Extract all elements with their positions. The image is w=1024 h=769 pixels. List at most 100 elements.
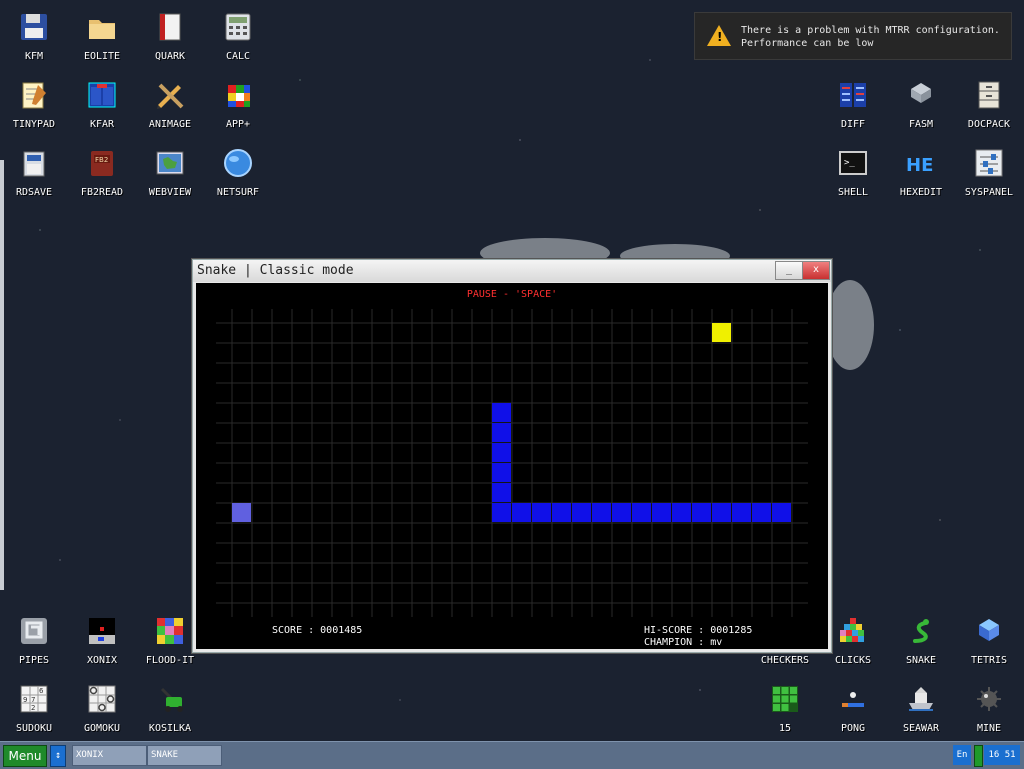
desktop-icon-label: KFM [24,51,44,62]
desktop-icon-label: MINE [976,723,1002,734]
desktop-icon-kosilka[interactable]: KOSILKA [136,675,204,741]
pencil-icon [154,79,186,111]
blocks-icon [837,615,869,647]
desktop-icon-label: 15 [778,723,792,734]
game-area[interactable]: PAUSE - 'SPACE' SCORE : 0001485 HI-SCORE… [196,283,828,649]
desktop-icon-snake[interactable]: SNAKE [887,607,955,673]
warning-symbol: ! [717,30,723,44]
desktop-icon-fb2read[interactable]: FB2 FB2READ [68,139,136,205]
desktop-icon-appplus[interactable]: APP+ [204,71,272,137]
svg-text:FB2: FB2 [95,156,108,164]
desktop-icon-label: SNAKE [905,655,937,666]
desktop-icon-fasm[interactable]: FASM [887,71,955,137]
language-indicator[interactable]: En [953,745,971,765]
desktop-icon-sudoku[interactable]: 9 7 6 2 SUDOKU [0,675,68,741]
desktop-icon-calc[interactable]: CALC [204,3,272,69]
desktop-icon-label: CLICKS [834,655,872,666]
cube-icon [222,79,254,111]
svg-text:7: 7 [31,696,35,704]
switch-arrow-button[interactable]: ↕ [50,745,66,767]
snake-segment [652,503,671,522]
calculator-icon [222,11,254,43]
window-titlebar[interactable]: Snake | Classic mode _ x [193,260,831,282]
snake-segment [592,503,611,522]
battery-icon [974,745,983,767]
flood-icon [154,615,186,647]
pong-icon [837,683,869,715]
desktop-icon-tinypad[interactable]: TINYPAD [0,71,68,137]
desktop-icon-gomoku[interactable]: GOMOKU [68,675,136,741]
desktop-icon-fifteen[interactable]: 15 [751,675,819,741]
desktop-icon-shell[interactable]: >_ SHELL [819,139,887,205]
desktop-icon-tetris[interactable]: TETRIS [955,607,1023,673]
snake-segment [632,503,651,522]
desktop-icon-label: XONIX [86,655,118,666]
desktop-icon-webview[interactable]: WEBVIEW [136,139,204,205]
score-text: SCORE : 0001485 [272,625,363,636]
desktop-icon-eolite[interactable]: EOLITE [68,3,136,69]
desktop-icon-label: SHELL [837,187,869,198]
minimize-button[interactable]: _ [775,261,803,280]
desktop-icon-label: PONG [840,723,866,734]
tetris-icon [973,615,1005,647]
ship-icon [905,683,937,715]
desktop-icon-label: QUARK [154,51,186,62]
desktop-icon-label: SUDOKU [15,723,53,734]
desktop-icon-pipes[interactable]: PIPES [0,607,68,673]
diff-icon [837,79,869,111]
notepad-icon [18,79,50,111]
desktop-icon-label: ANIMAGE [148,119,192,130]
taskbar: Menu ↕ XONIX SNAKE En 16 51 [0,741,1024,769]
menu-button[interactable]: Menu [3,745,47,767]
snake-segment [712,503,731,522]
desktop-icon-label: TINYPAD [12,119,56,130]
close-button[interactable]: x [802,261,830,280]
desktop-icon-syspanel[interactable]: SYSPANEL [955,139,1023,205]
desktop-icon-animage[interactable]: ANIMAGE [136,71,204,137]
snake-segment [492,503,511,522]
desktop-icon-label: SEAWAR [902,723,940,734]
clock[interactable]: 16 51 [984,745,1020,765]
snake-segment [572,503,591,522]
task-snake[interactable]: SNAKE [147,745,222,766]
snake-segment [752,503,771,522]
desktop-icon-quark[interactable]: QUARK [136,3,204,69]
notification[interactable]: ! There is a problem with MTRR configura… [694,12,1012,60]
desktop-icon-label: GOMOKU [83,723,121,734]
notification-line1: There is a problem with MTRR configurati… [741,25,1000,36]
snake-icon [905,615,937,647]
desktop-icon-mine[interactable]: MINE [955,675,1023,741]
background-cloud [826,280,874,370]
desktop-icon-seawar[interactable]: SEAWAR [887,675,955,741]
folder-icon [86,11,118,43]
mine-icon [973,683,1005,715]
snake-segment [492,443,511,462]
task-xonix[interactable]: XONIX [72,745,147,766]
desktop-icon-label: KOSILKA [148,723,192,734]
game-board [216,309,808,617]
snake-segment [612,503,631,522]
desktop-icon-pong[interactable]: PONG [819,675,887,741]
desktop-icon-netsurf[interactable]: NETSURF [204,139,272,205]
desktop-icon-diff[interactable]: DIFF [819,71,887,137]
svg-text:2: 2 [31,704,35,712]
desktop-icon-kfar[interactable]: KFAR [68,71,136,137]
globe-map-icon [154,147,186,179]
left-panel-edge [0,160,4,590]
desktop-icon-label: FLOOD-IT [145,655,195,666]
desktop-icon-hexedit[interactable]: HE HEXEDIT [887,139,955,205]
snake-segment [492,403,511,422]
save-disk-icon [18,147,50,179]
globe-icon [222,147,254,179]
sliders-icon [973,147,1005,179]
snake-tail-marker [232,503,251,522]
desktop-icon-kfm[interactable]: KFM [0,3,68,69]
snake-segment [492,463,511,482]
desktop-icon-label: TETRIS [970,655,1008,666]
snake-segment [772,503,791,522]
desktop-icon-rdsave[interactable]: RDSAVE [0,139,68,205]
champion-text: CHAMPION : mv [644,637,723,648]
desktop-icon-docpack[interactable]: DOCPACK [955,71,1023,137]
svg-text:9: 9 [23,696,27,704]
desktop-icon-xonix[interactable]: XONIX [68,607,136,673]
